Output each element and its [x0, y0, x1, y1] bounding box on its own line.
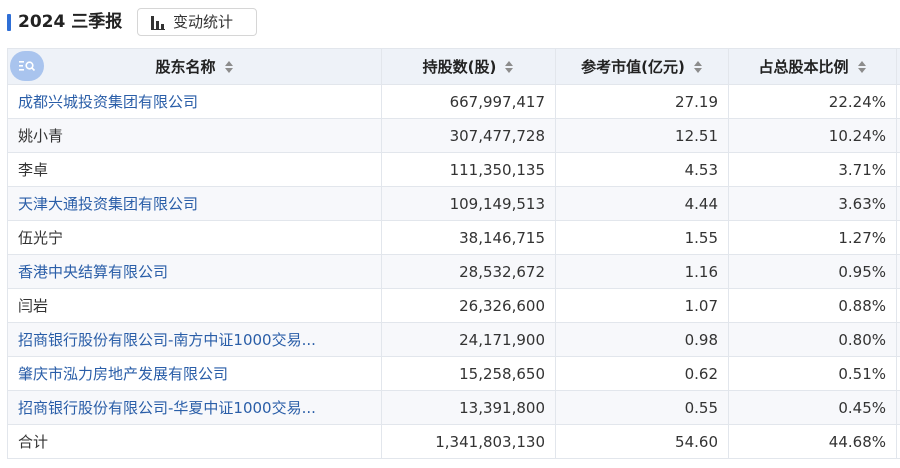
- total-market-value-cell: 54.60: [555, 424, 729, 459]
- shares-cell: 111,350,135: [381, 152, 556, 187]
- ratio-cell: 3.71%: [728, 152, 897, 187]
- market-value-cell: 4.44: [555, 186, 729, 221]
- column-header-label: 参考市值(亿元): [581, 58, 685, 76]
- overflow-cell: [896, 152, 900, 187]
- overflow-cell: [896, 356, 900, 391]
- overflow-cell: [896, 186, 900, 221]
- overflow-cell: [896, 424, 900, 459]
- shares-cell: 24,171,900: [381, 322, 556, 357]
- market-value-cell: 12.51: [555, 118, 729, 153]
- market-value-cell: 0.55: [555, 390, 729, 425]
- column-header-shareholder-name[interactable]: 股东名称: [7, 48, 382, 85]
- sort-icon[interactable]: [224, 60, 234, 74]
- table-row: 天津大通投资集团有限公司 109,149,513 4.44 3.63%: [7, 186, 900, 221]
- shareholder-name-link[interactable]: 成都兴城投资集团有限公司: [7, 84, 382, 119]
- table-row: 香港中央结算有限公司 28,532,672 1.16 0.95%: [7, 254, 900, 289]
- shares-cell: 13,391,800: [381, 390, 556, 425]
- bar-chart-icon: [151, 16, 165, 30]
- overflow-cell: [896, 118, 900, 153]
- table-row: 招商银行股份有限公司-南方中证1000交易... 24,171,900 0.98…: [7, 322, 900, 357]
- table-row: 姚小青 307,477,728 12.51 10.24%: [7, 118, 900, 153]
- ratio-cell: 0.88%: [728, 288, 897, 323]
- sort-icon[interactable]: [693, 60, 703, 74]
- ratio-cell: 0.51%: [728, 356, 897, 391]
- shareholder-name-link[interactable]: 天津大通投资集团有限公司: [7, 186, 382, 221]
- ratio-cell: 0.45%: [728, 390, 897, 425]
- shareholder-name: 姚小青: [7, 118, 382, 153]
- accent-bar: [7, 14, 11, 31]
- shares-cell: 26,326,600: [381, 288, 556, 323]
- shares-cell: 307,477,728: [381, 118, 556, 153]
- ratio-cell: 1.27%: [728, 220, 897, 255]
- table-row: 招商银行股份有限公司-华夏中证1000交易... 13,391,800 0.55…: [7, 390, 900, 425]
- market-value-cell: 27.19: [555, 84, 729, 119]
- column-header-label: 持股数(股): [422, 58, 497, 76]
- market-value-cell: 4.53: [555, 152, 729, 187]
- sort-icon[interactable]: [857, 60, 867, 74]
- total-shares-cell: 1,341,803,130: [381, 424, 556, 459]
- column-header-overflow: [896, 48, 900, 85]
- table-header-row: 股东名称 持股数(股) 参考市值(亿元) 占总股本比例: [7, 48, 900, 85]
- overflow-cell: [896, 84, 900, 119]
- shares-cell: 109,149,513: [381, 186, 556, 221]
- shareholder-name-link[interactable]: 香港中央结算有限公司: [7, 254, 382, 289]
- search-list-button[interactable]: [10, 51, 44, 81]
- table-row: 肇庆市泓力房地产发展有限公司 15,258,650 0.62 0.51%: [7, 356, 900, 391]
- ratio-cell: 10.24%: [728, 118, 897, 153]
- total-ratio-cell: 44.68%: [728, 424, 897, 459]
- total-label: 合计: [7, 424, 382, 459]
- search-list-icon: [19, 61, 36, 72]
- shareholder-name-link[interactable]: 招商银行股份有限公司-华夏中证1000交易...: [7, 390, 382, 425]
- change-statistics-button[interactable]: 变动统计: [137, 8, 257, 36]
- ratio-cell: 0.80%: [728, 322, 897, 357]
- column-header-market-value[interactable]: 参考市值(亿元): [555, 48, 729, 85]
- report-header: 2024 三季报 变动统计: [0, 0, 900, 46]
- overflow-cell: [896, 254, 900, 289]
- shareholder-name-link[interactable]: 招商银行股份有限公司-南方中证1000交易...: [7, 322, 382, 357]
- market-value-cell: 0.62: [555, 356, 729, 391]
- shares-cell: 15,258,650: [381, 356, 556, 391]
- shareholder-name: 伍光宁: [7, 220, 382, 255]
- sort-icon[interactable]: [504, 60, 514, 74]
- overflow-cell: [896, 390, 900, 425]
- column-header-label: 股东名称: [155, 58, 216, 76]
- ratio-cell: 3.63%: [728, 186, 897, 221]
- shareholder-name: 李卓: [7, 152, 382, 187]
- market-value-cell: 0.98: [555, 322, 729, 357]
- shareholder-name-link[interactable]: 肇庆市泓力房地产发展有限公司: [7, 356, 382, 391]
- total-row: 合计 1,341,803,130 54.60 44.68%: [7, 424, 900, 459]
- column-header-label: 占总股本比例: [758, 58, 849, 76]
- column-header-shares[interactable]: 持股数(股): [381, 48, 556, 85]
- shares-cell: 667,997,417: [381, 84, 556, 119]
- overflow-cell: [896, 288, 900, 323]
- table-row: 李卓 111,350,135 4.53 3.71%: [7, 152, 900, 187]
- shareholders-table: 股东名称 持股数(股) 参考市值(亿元) 占总股本比例 成都兴城投资集团有限公司…: [7, 48, 900, 459]
- market-value-cell: 1.16: [555, 254, 729, 289]
- shares-cell: 38,146,715: [381, 220, 556, 255]
- market-value-cell: 1.07: [555, 288, 729, 323]
- table-row: 闫岩 26,326,600 1.07 0.88%: [7, 288, 900, 323]
- overflow-cell: [896, 220, 900, 255]
- column-header-ratio[interactable]: 占总股本比例: [728, 48, 897, 85]
- overflow-cell: [896, 322, 900, 357]
- ratio-cell: 22.24%: [728, 84, 897, 119]
- shareholder-name: 闫岩: [7, 288, 382, 323]
- ratio-cell: 0.95%: [728, 254, 897, 289]
- shares-cell: 28,532,672: [381, 254, 556, 289]
- table-row: 成都兴城投资集团有限公司 667,997,417 27.19 22.24%: [7, 84, 900, 119]
- table-row: 伍光宁 38,146,715 1.55 1.27%: [7, 220, 900, 255]
- change-statistics-label: 变动统计: [173, 13, 234, 31]
- period-title: 2024 三季报: [18, 12, 123, 32]
- market-value-cell: 1.55: [555, 220, 729, 255]
